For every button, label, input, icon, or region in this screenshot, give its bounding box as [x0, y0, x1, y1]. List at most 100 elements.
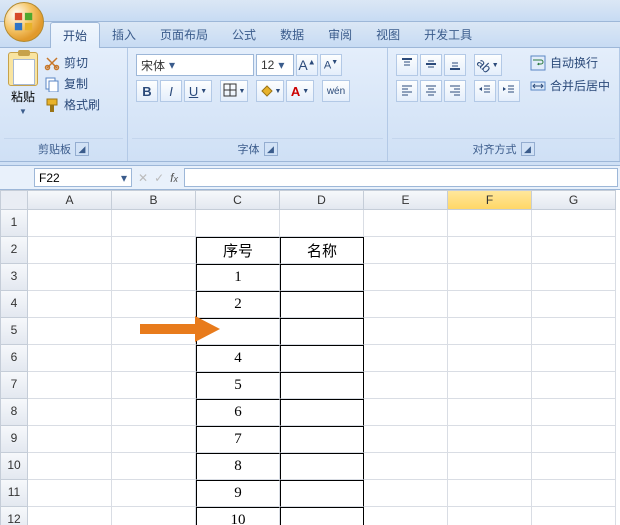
column-header[interactable]: D [280, 190, 364, 210]
cell[interactable] [28, 507, 112, 525]
cell[interactable] [448, 318, 532, 345]
row-header[interactable]: 7 [0, 372, 28, 399]
cell[interactable] [112, 210, 196, 237]
cell[interactable] [28, 264, 112, 291]
cell[interactable] [280, 210, 364, 237]
cell[interactable] [364, 399, 448, 426]
cell[interactable] [448, 453, 532, 480]
cell[interactable] [448, 480, 532, 507]
decrease-indent-button[interactable] [474, 80, 496, 102]
row-header[interactable]: 2 [0, 237, 28, 264]
cell[interactable] [28, 480, 112, 507]
align-left-button[interactable] [396, 80, 418, 102]
tab-数据[interactable]: 数据 [268, 22, 316, 48]
enter-icon[interactable]: ✓ [154, 171, 164, 185]
merge-center-button[interactable]: 合并后居中 [530, 77, 610, 94]
tab-视图[interactable]: 视图 [364, 22, 412, 48]
copy-button[interactable]: 复制 [44, 75, 100, 92]
cell[interactable] [28, 210, 112, 237]
cell[interactable] [280, 372, 364, 399]
cell[interactable] [28, 237, 112, 264]
underline-button[interactable]: U▼ [184, 80, 212, 102]
cell[interactable] [448, 372, 532, 399]
tab-开发工具[interactable]: 开发工具 [412, 22, 484, 48]
align-top-button[interactable] [396, 54, 418, 76]
cell[interactable]: 7 [196, 426, 280, 453]
cell[interactable] [532, 507, 616, 525]
cell[interactable] [280, 318, 364, 345]
font-color-button[interactable]: A ▼ [286, 80, 314, 102]
orientation-button[interactable]: ab▼ [474, 54, 502, 76]
row-header[interactable]: 3 [0, 264, 28, 291]
cell[interactable] [532, 291, 616, 318]
fill-color-button[interactable]: ▼ [256, 80, 284, 102]
cell[interactable] [364, 291, 448, 318]
row-header[interactable]: 12 [0, 507, 28, 525]
tab-公式[interactable]: 公式 [220, 22, 268, 48]
office-button[interactable] [4, 2, 44, 42]
dialog-launcher-icon[interactable]: ◢ [75, 142, 89, 156]
cell[interactable] [448, 291, 532, 318]
cell[interactable] [532, 426, 616, 453]
cell[interactable] [280, 480, 364, 507]
cell[interactable]: 8 [196, 453, 280, 480]
phonetic-button[interactable]: wén [322, 80, 350, 102]
cell[interactable] [28, 318, 112, 345]
cell[interactable] [280, 399, 364, 426]
paste-button[interactable]: 粘贴 ▼ [8, 52, 38, 116]
font-name-combo[interactable]: 宋体 ▾ [136, 54, 254, 76]
cell[interactable] [112, 264, 196, 291]
column-header[interactable]: G [532, 190, 616, 210]
fx-icon[interactable]: fx [170, 171, 178, 185]
cell[interactable] [364, 210, 448, 237]
cell[interactable] [112, 480, 196, 507]
align-middle-button[interactable] [420, 54, 442, 76]
cell[interactable] [364, 507, 448, 525]
grow-font-button[interactable]: A▲ [296, 54, 318, 76]
cell[interactable] [532, 345, 616, 372]
cell[interactable] [364, 237, 448, 264]
cell[interactable]: 6 [196, 399, 280, 426]
dialog-launcher-icon[interactable]: ◢ [521, 142, 535, 156]
cell[interactable] [280, 507, 364, 525]
cell[interactable] [532, 264, 616, 291]
cell[interactable] [196, 210, 280, 237]
row-header[interactable]: 11 [0, 480, 28, 507]
italic-button[interactable]: I [160, 80, 182, 102]
cell[interactable] [112, 345, 196, 372]
format-painter-button[interactable]: 格式刷 [44, 96, 100, 113]
cell[interactable] [280, 291, 364, 318]
cell[interactable]: 名称 [280, 237, 364, 264]
cell[interactable] [532, 318, 616, 345]
cell[interactable] [112, 399, 196, 426]
cell[interactable] [364, 345, 448, 372]
tab-插入[interactable]: 插入 [100, 22, 148, 48]
cell[interactable] [532, 210, 616, 237]
align-right-button[interactable] [444, 80, 466, 102]
cell[interactable] [28, 399, 112, 426]
tab-页面布局[interactable]: 页面布局 [148, 22, 220, 48]
cell[interactable]: 5 [196, 372, 280, 399]
bold-button[interactable]: B [136, 80, 158, 102]
cell[interactable] [112, 507, 196, 525]
cut-button[interactable]: 剪切 [44, 54, 100, 71]
formula-input[interactable] [184, 168, 618, 187]
wrap-text-button[interactable]: 自动换行 [530, 54, 610, 71]
tab-审阅[interactable]: 审阅 [316, 22, 364, 48]
row-header[interactable]: 5 [0, 318, 28, 345]
cell[interactable] [532, 372, 616, 399]
cell[interactable] [280, 345, 364, 372]
column-header[interactable]: E [364, 190, 448, 210]
cell[interactable] [448, 237, 532, 264]
cell[interactable] [448, 399, 532, 426]
row-header[interactable]: 1 [0, 210, 28, 237]
cell[interactable]: 10 [196, 507, 280, 525]
align-bottom-button[interactable] [444, 54, 466, 76]
cell[interactable] [364, 453, 448, 480]
select-all-corner[interactable] [0, 190, 28, 210]
row-header[interactable]: 8 [0, 399, 28, 426]
column-header[interactable]: F [448, 190, 532, 210]
increase-indent-button[interactable] [498, 80, 520, 102]
cell[interactable] [364, 426, 448, 453]
cell[interactable]: 4 [196, 345, 280, 372]
